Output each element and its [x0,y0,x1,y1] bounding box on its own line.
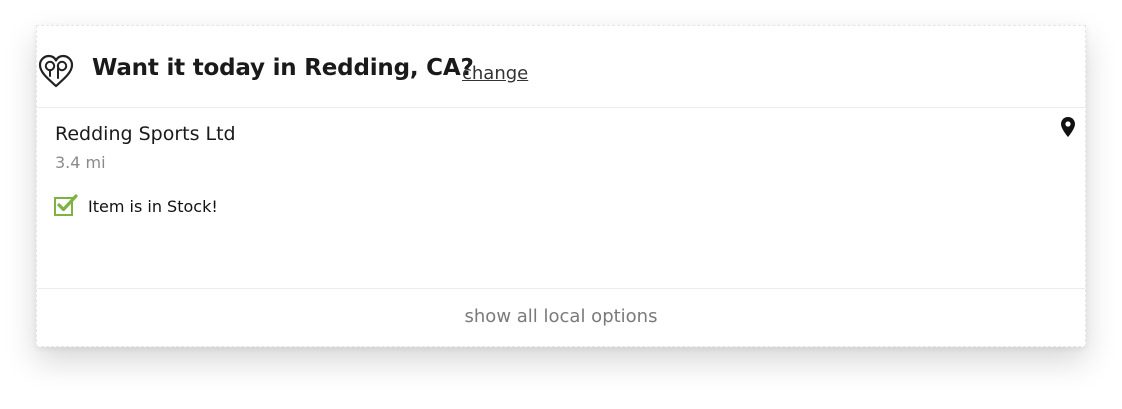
stock-status-text: Item is in Stock! [88,197,218,216]
checkbox-checked-icon [54,194,78,216]
availability-header: Want it today in Redding, CA? change [37,26,1085,108]
show-all-local-options-label: show all local options [464,306,658,327]
local-pickup-logo-icon [38,54,74,88]
map-pin-icon[interactable] [1061,117,1075,137]
local-availability-card: Want it today in Redding, CA? change Red… [36,25,1086,347]
store-option: Redding Sports Ltd 3.4 mi Item is in Sto… [37,108,1085,290]
show-all-local-options-button[interactable]: show all local options [37,288,1085,346]
availability-title: Want it today in Redding, CA? [92,55,474,81]
store-name: Redding Sports Ltd [55,123,236,145]
change-location-link[interactable]: change [462,63,528,84]
store-distance: 3.4 mi [55,153,106,172]
